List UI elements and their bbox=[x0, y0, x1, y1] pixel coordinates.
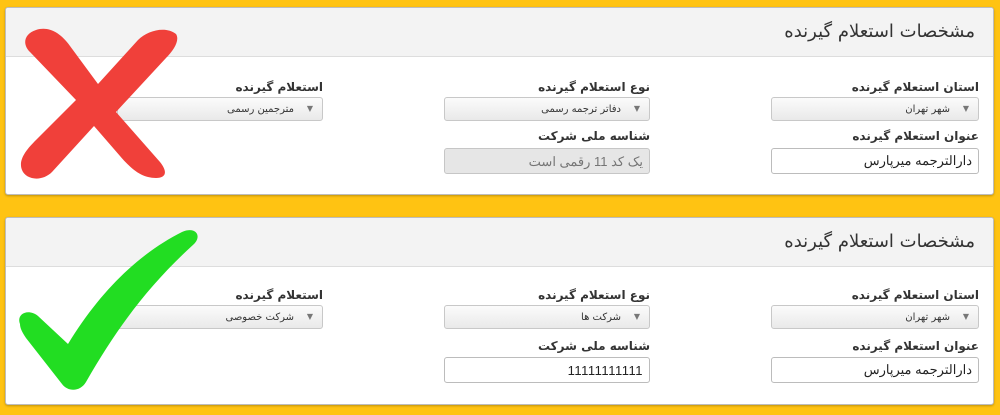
title-label: عنوان استعلام گیرنده bbox=[852, 339, 979, 353]
type-select[interactable]: ▼ دفاتر ترجمه رسمی bbox=[444, 97, 650, 121]
panel-title: مشخصات استعلام گیرنده bbox=[784, 231, 975, 252]
title-input[interactable] bbox=[771, 357, 979, 383]
national-id-label: شناسه ملی شرکت bbox=[537, 129, 650, 143]
national-id-input bbox=[444, 148, 650, 174]
caret-down-icon: ▼ bbox=[962, 312, 969, 321]
province-label: استان استعلام گیرنده bbox=[851, 288, 979, 302]
caret-down-icon: ▼ bbox=[633, 312, 640, 321]
province-select[interactable]: ▼ شهر تهران bbox=[771, 97, 979, 121]
caret-down-icon: ▼ bbox=[306, 312, 313, 321]
caret-down-icon: ▼ bbox=[306, 104, 313, 113]
type-select[interactable]: ▼ شرکت ها bbox=[444, 305, 650, 329]
province-select[interactable]: ▼ شهر تهران bbox=[771, 305, 979, 329]
national-id-label: شناسه ملی شرکت bbox=[537, 339, 650, 353]
caret-down-icon: ▼ bbox=[633, 104, 640, 113]
caret-down-icon: ▼ bbox=[962, 104, 969, 113]
title-label: عنوان استعلام گیرنده bbox=[852, 129, 979, 143]
type-label: نوع استعلام گیرنده bbox=[538, 80, 650, 94]
title-input[interactable] bbox=[771, 148, 979, 174]
cross-mark-icon bbox=[20, 28, 178, 179]
panel-title: مشخصات استعلام گیرنده bbox=[784, 21, 975, 42]
province-label: استان استعلام گیرنده bbox=[851, 80, 979, 94]
national-id-input[interactable] bbox=[444, 357, 650, 383]
type-label: نوع استعلام گیرنده bbox=[538, 288, 650, 302]
check-mark-icon bbox=[19, 230, 198, 390]
